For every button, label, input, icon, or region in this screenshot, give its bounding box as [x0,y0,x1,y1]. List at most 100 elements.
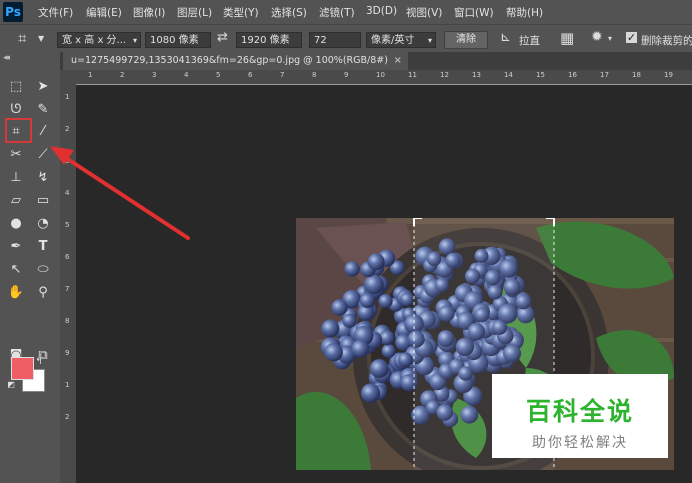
resolution-unit-value: 像素/英寸 [371,35,415,46]
ruler-horizontal-label: 12 [440,71,449,79]
ruler-horizontal[interactable]: 1 2 3 4 5 6 7 8 9 10 11 12 13 14 15 16 17 18 19 [76,70,692,85]
grape [378,294,393,309]
ruler-horizontal-label: 14 [504,71,513,79]
delete-cropped-checkbox[interactable]: ✓ [626,32,637,43]
resolution-value: 72 [314,35,327,46]
ruler-horizontal-label: 19 [664,71,673,79]
ruler-horizontal-label: 5 [216,71,221,79]
options-bar: ⌗ ▼ 宽 x 高 x 分... ▾ 1080 像素 ⇄ 1920 像素 72 … [0,24,692,53]
document-tab-title: u=1275499729,1353041369&fm=26&gp=0.jpg @… [71,55,388,66]
move-icon[interactable]: ➤ [32,77,54,97]
height-input[interactable]: 1920 像素 [236,32,302,48]
straighten-icon[interactable]: ⊾ [500,30,511,45]
straighten-label[interactable]: 拉直 [519,33,540,48]
dodge-icon[interactable]: ◔ [32,214,54,234]
ruler-vertical-label: 2 [65,125,70,133]
ruler-vertical-label: 7 [65,285,70,293]
document-tab[interactable]: u=1275499729,1353041369&fm=26&gp=0.jpg @… [63,52,408,70]
ruler-vertical-label: 1 [65,93,70,101]
ruler-horizontal-label: 2 [120,71,125,79]
ruler-vertical[interactable]: 1 2 3 4 5 6 7 8 9 1 2 [60,85,76,483]
close-icon[interactable]: × [394,52,402,70]
path-selection-icon[interactable]: ↖ [5,260,27,280]
ruler-horizontal-label: 4 [184,71,189,79]
screen-mode-icon[interactable]: ⧉ [32,346,54,366]
healing-brush-icon[interactable]: ✂ [5,145,27,165]
ruler-corner [60,70,76,85]
ruler-horizontal-label: 15 [536,71,545,79]
foreground-color-swatch[interactable] [11,357,34,380]
collapse-panel-icon[interactable]: ◂◂ [3,53,10,63]
ruler-vertical-label: 2 [65,413,70,421]
grape [342,313,357,328]
grape [351,339,370,358]
resolution-unit-select[interactable]: 像素/英寸 ▾ [366,32,436,48]
type-icon[interactable]: T [32,237,54,257]
brush-icon[interactable]: ⟋ [32,145,54,165]
gradient-icon[interactable]: ▭ [32,191,54,211]
history-brush-icon[interactable]: ↯ [32,168,54,188]
height-value: 1920 像素 [241,35,290,46]
grape [331,299,348,316]
photoshop-logo: Ps [3,2,23,22]
ruler-horizontal-label: 8 [312,71,317,79]
ruler-horizontal-label: 17 [600,71,609,79]
menu-file[interactable]: 文件(F) [38,5,73,20]
grape [324,343,343,362]
chevron-down-icon: ▾ [132,36,137,45]
menu-3d[interactable]: 3D(D) [366,5,397,17]
gear-icon[interactable]: ✹ [591,29,603,45]
hand-icon[interactable]: ✋ [5,283,27,303]
ruler-vertical-label: 4 [65,189,70,197]
grape [359,292,375,308]
tool-preset-dropdown-icon[interactable]: ▼ [38,34,44,43]
menu-select[interactable]: 选择(S) [271,5,307,20]
swap-dimensions-icon[interactable]: ⇄ [217,30,228,45]
delete-cropped-label: 删除裁剪的 [641,35,692,47]
zoom-icon[interactable]: ⚲ [32,283,54,303]
ruler-horizontal-label: 16 [568,71,577,79]
ruler-horizontal-label: 3 [152,71,157,79]
ruler-horizontal-label: 18 [632,71,641,79]
crop-preset-value: 宽 x 高 x 分... [62,35,127,46]
menu-layer[interactable]: 图层(L) [177,5,212,20]
eraser-icon[interactable]: ▱ [5,191,27,211]
clone-stamp-icon[interactable]: ⊥ [5,168,27,188]
ruler-horizontal-label: 1 [88,71,93,79]
ellipse-icon[interactable]: ⬭ [32,260,54,280]
grape [400,292,415,307]
menu-filter[interactable]: 滤镜(T) [319,5,355,20]
ruler-vertical-label: 9 [65,349,70,357]
menu-help[interactable]: 帮助(H) [506,5,543,20]
marquee-icon[interactable]: ⬚ [5,77,27,97]
overlay-grid-icon[interactable]: ▦ [560,29,574,47]
blur-icon[interactable]: ● [5,214,27,234]
ruler-vertical-label: 6 [65,253,70,261]
grape [361,383,381,403]
crop-icon[interactable]: ⌗ [18,29,26,47]
pen-icon[interactable]: ✒ [5,237,27,257]
quick-selection-icon[interactable]: ✎ [32,100,54,120]
ruler-horizontal-label: 6 [248,71,253,79]
watermark: 百科全说 助你轻松解决 [492,374,668,458]
grape [344,261,360,277]
resolution-input[interactable]: 72 [309,32,361,48]
menu-window[interactable]: 窗口(W) [454,5,494,20]
document-tab-bar: u=1275499729,1353041369&fm=26&gp=0.jpg @… [60,52,692,70]
ruler-vertical-label: 1 [65,381,70,389]
ruler-vertical-label: 8 [65,317,70,325]
clear-button[interactable]: 清除 [444,31,488,49]
watermark-title: 百科全说 [525,397,634,426]
eyedropper-icon[interactable]: ⁄ [32,122,54,142]
width-value: 1080 像素 [150,35,199,46]
menu-edit[interactable]: 编辑(E) [86,5,122,20]
crop-preset-select[interactable]: 宽 x 高 x 分... ▾ [57,32,141,48]
settings-dropdown-icon[interactable]: ▾ [608,34,612,43]
menu-view[interactable]: 视图(V) [406,5,442,20]
grape [398,352,413,367]
ruler-horizontal-label: 9 [344,71,349,79]
lasso-icon[interactable]: ᘎ [5,100,27,120]
menu-image[interactable]: 图像(I) [133,5,165,20]
menu-type[interactable]: 类型(Y) [223,5,259,20]
width-input[interactable]: 1080 像素 [145,32,211,48]
